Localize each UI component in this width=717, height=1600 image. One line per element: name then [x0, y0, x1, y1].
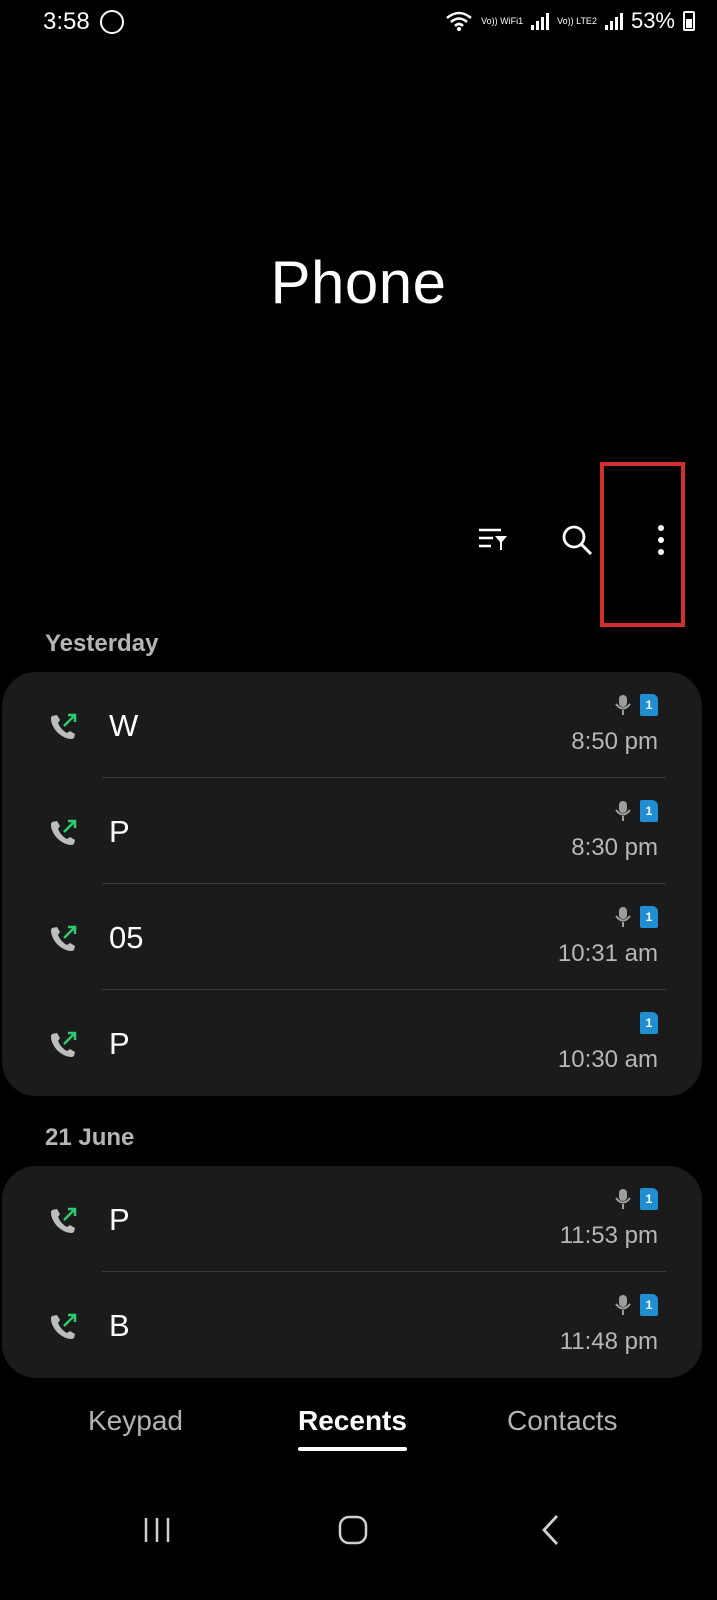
- recent-apps-button[interactable]: [137, 1510, 177, 1550]
- call-row[interactable]: P 1 10:30 am: [2, 990, 702, 1096]
- section-header-yesterday: Yesterday: [45, 630, 159, 657]
- mic-icon: [615, 1295, 631, 1315]
- wifi-icon: [446, 11, 472, 31]
- contact-name: P: [109, 1202, 130, 1237]
- home-icon: [338, 1515, 368, 1545]
- mic-icon: [615, 801, 631, 821]
- status-icons: Vo)) WiFi1 Vo)) LTE2 53%: [445, 8, 695, 34]
- call-row[interactable]: P 1 11:53 pm: [2, 1166, 702, 1272]
- call-meta: 1: [640, 1012, 658, 1034]
- call-list-card-21-june: P 1 11:53 pm B 1 11:48 pm: [2, 1166, 702, 1378]
- home-button[interactable]: [333, 1510, 373, 1550]
- status-bar: 3:58 Vo)) WiFi1 Vo)) LTE2 53%: [0, 0, 717, 48]
- sim1-icon: 1: [640, 800, 658, 822]
- call-time: 11:53 pm: [559, 1222, 658, 1249]
- search-icon: [562, 525, 593, 556]
- outgoing-call-icon: [51, 925, 77, 951]
- call-row[interactable]: P 1 8:30 pm: [2, 778, 702, 884]
- sim1-icon: 1: [640, 906, 658, 928]
- sim1-icon: 1: [640, 1188, 658, 1210]
- call-list-card-yesterday: W 1 8:50 pm P 1 8:30 pm 05 1 10:31 am P …: [2, 672, 702, 1096]
- sim1-label: Vo)) WiFi1: [481, 15, 524, 26]
- status-time: 3:58: [43, 8, 90, 35]
- call-time: 8:50 pm: [571, 728, 658, 755]
- bottom-tabs: Keypad Recents Contacts: [0, 1405, 717, 1465]
- tab-keypad[interactable]: Keypad: [88, 1405, 183, 1437]
- whatsapp-icon: [100, 10, 124, 34]
- contact-name: B: [109, 1308, 130, 1343]
- mic-icon: [615, 1189, 631, 1209]
- filter-button[interactable]: [473, 520, 513, 560]
- outgoing-call-icon: [51, 713, 77, 739]
- call-row[interactable]: W 1 8:50 pm: [2, 672, 702, 778]
- outgoing-call-icon: [51, 819, 77, 845]
- battery-percent: 53%: [630, 8, 675, 33]
- sim1-icon: 1: [640, 694, 658, 716]
- call-time: 10:31 am: [557, 940, 658, 967]
- call-time: 11:48 pm: [559, 1328, 658, 1355]
- contact-name: W: [109, 708, 139, 743]
- sim1-icon: 1: [640, 1294, 658, 1316]
- back-chevron-icon: [542, 1515, 559, 1545]
- call-row[interactable]: B 1 11:48 pm: [2, 1272, 702, 1378]
- mic-icon: [615, 907, 631, 927]
- call-meta: 1: [614, 800, 658, 822]
- tab-recents[interactable]: Recents: [298, 1405, 407, 1451]
- sim2-label: Vo)) LTE2: [557, 15, 597, 26]
- outgoing-call-icon: [51, 1207, 77, 1233]
- back-button[interactable]: [530, 1510, 570, 1550]
- search-button[interactable]: [557, 520, 597, 560]
- system-nav-bar: [0, 1500, 717, 1560]
- call-meta: 1: [614, 1294, 658, 1316]
- call-time: 8:30 pm: [571, 834, 658, 861]
- page-title: Phone: [270, 249, 447, 316]
- call-meta: 1: [614, 694, 658, 716]
- call-time: 10:30 am: [557, 1046, 658, 1073]
- contact-name: 05: [109, 920, 144, 955]
- filter-list-icon: [479, 528, 507, 550]
- outgoing-call-icon: [51, 1313, 77, 1339]
- signal-bars-2-icon: [604, 12, 623, 30]
- mic-icon: [615, 695, 631, 715]
- section-header-21-june: 21 June: [45, 1124, 135, 1151]
- signal-bars-1-icon: [531, 12, 550, 30]
- highlight-box: [600, 462, 685, 627]
- tab-contacts[interactable]: Contacts: [507, 1405, 618, 1437]
- call-row[interactable]: 05 1 10:31 am: [2, 884, 702, 990]
- sim1-icon: 1: [640, 1012, 658, 1034]
- outgoing-call-icon: [51, 1031, 77, 1057]
- call-meta: 1: [614, 1188, 658, 1210]
- battery-icon: [683, 11, 695, 31]
- recent-apps-icon: [144, 1518, 170, 1542]
- call-meta: 1: [614, 906, 658, 928]
- contact-name: P: [109, 814, 130, 849]
- contact-name: P: [109, 1026, 130, 1061]
